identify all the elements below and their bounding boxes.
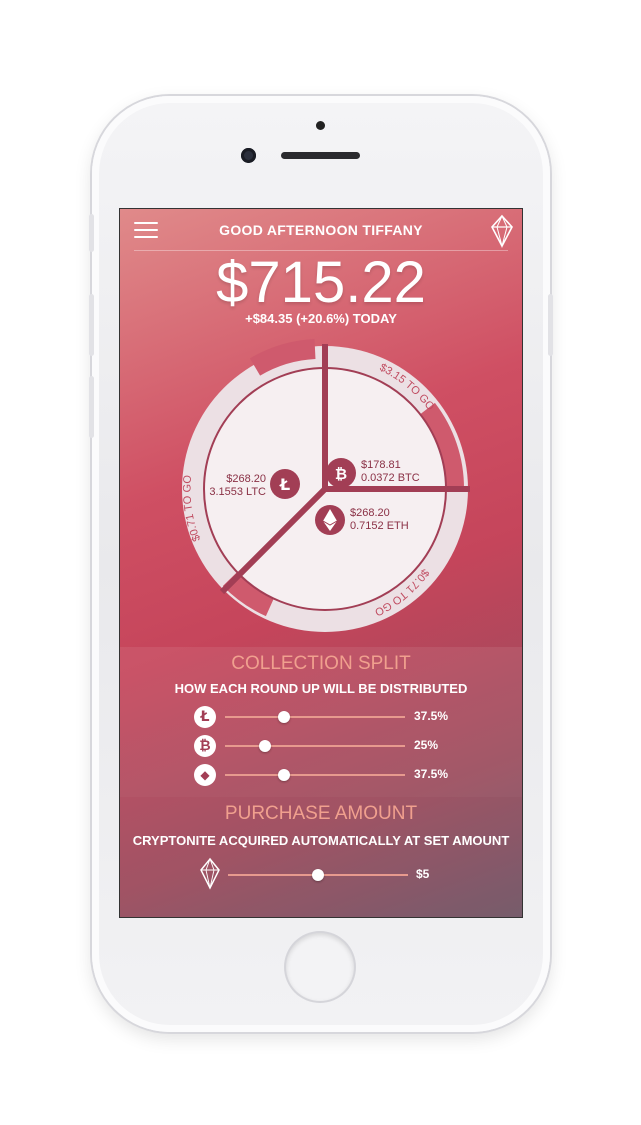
holdings-pie-chart[interactable]: $0.71 TO GO $3.15 TO GO $0.71 TO GO $268… [175,339,475,639]
ltc-value: $268.20 [226,473,266,485]
btc-value: $178.81 [361,459,401,471]
collection-split-title: COLLECTION SPLIT [231,653,411,674]
ltc-amount: 3.1553 LTC [209,486,266,498]
collection-split-panel: COLLECTION SPLIT HOW EACH ROUND UP WILL … [120,647,522,797]
purchase-amount-subtitle: CRYPTONITE ACQUIRED AUTOMATICALLY AT SET… [132,833,510,848]
home-button[interactable] [286,933,354,1001]
app-screen: GOOD AFTERNOON TIFFANY $715.22 +$84.35 (… [120,209,522,917]
mute-switch [89,214,94,252]
ltc-split-percent: 37.5% [414,709,449,723]
btc-split-percent: 25% [414,738,439,752]
volume-up-button [89,294,94,356]
purchase-amount-slider[interactable] [228,869,408,881]
eth-slider-handle[interactable] [278,769,291,781]
proximity-sensor [316,121,325,130]
purchase-amount-row: $5 [120,857,522,890]
ethereum-icon: ◆ [194,764,216,786]
split-row-btc: ₿ 25% [120,734,522,758]
ltc-split-slider[interactable] [225,711,405,723]
svg-text:₿: ₿ [335,465,347,483]
purchase-amount-panel: PURCHASE AMOUNT CRYPTONITE ACQUIRED AUTO… [120,797,522,917]
power-button [548,294,553,356]
bitcoin-icon: ₿ [194,735,216,757]
portfolio-balance: $715.22 [216,250,426,315]
eth-amount: 0.7152 ETH [350,520,409,532]
eth-split-percent: 37.5% [414,767,449,781]
litecoin-icon: Ł [194,706,216,728]
daily-change: +$84.35 (+20.6%) TODAY [245,311,397,326]
cryptonite-gem-icon [200,857,220,890]
btc-split-slider[interactable] [225,740,405,752]
svg-text:Ł: Ł [279,475,290,494]
split-row-eth: ◆ 37.5% [120,763,522,787]
collection-split-subtitle: HOW EACH ROUND UP WILL BE DISTRIBUTED [174,681,468,696]
purchase-amount-title: PURCHASE AMOUNT [224,803,418,824]
volume-down-button [89,376,94,438]
purchase-amount-value: $5 [416,867,430,881]
cryptonite-gem-icon[interactable] [488,213,516,249]
btc-amount: 0.0372 BTC [361,472,420,484]
front-camera [241,148,256,163]
split-row-ltc: Ł 37.5% [120,705,522,729]
btc-slider-handle[interactable] [258,740,271,752]
earpiece-speaker [281,152,360,159]
purchase-slider-handle[interactable] [312,869,324,881]
app-header: GOOD AFTERNOON TIFFANY [120,209,522,251]
eth-split-slider[interactable] [225,769,405,781]
greeting-title: GOOD AFTERNOON TIFFANY [219,222,423,238]
eth-value: $268.20 [350,507,390,519]
ltc-slider-handle[interactable] [278,711,291,723]
